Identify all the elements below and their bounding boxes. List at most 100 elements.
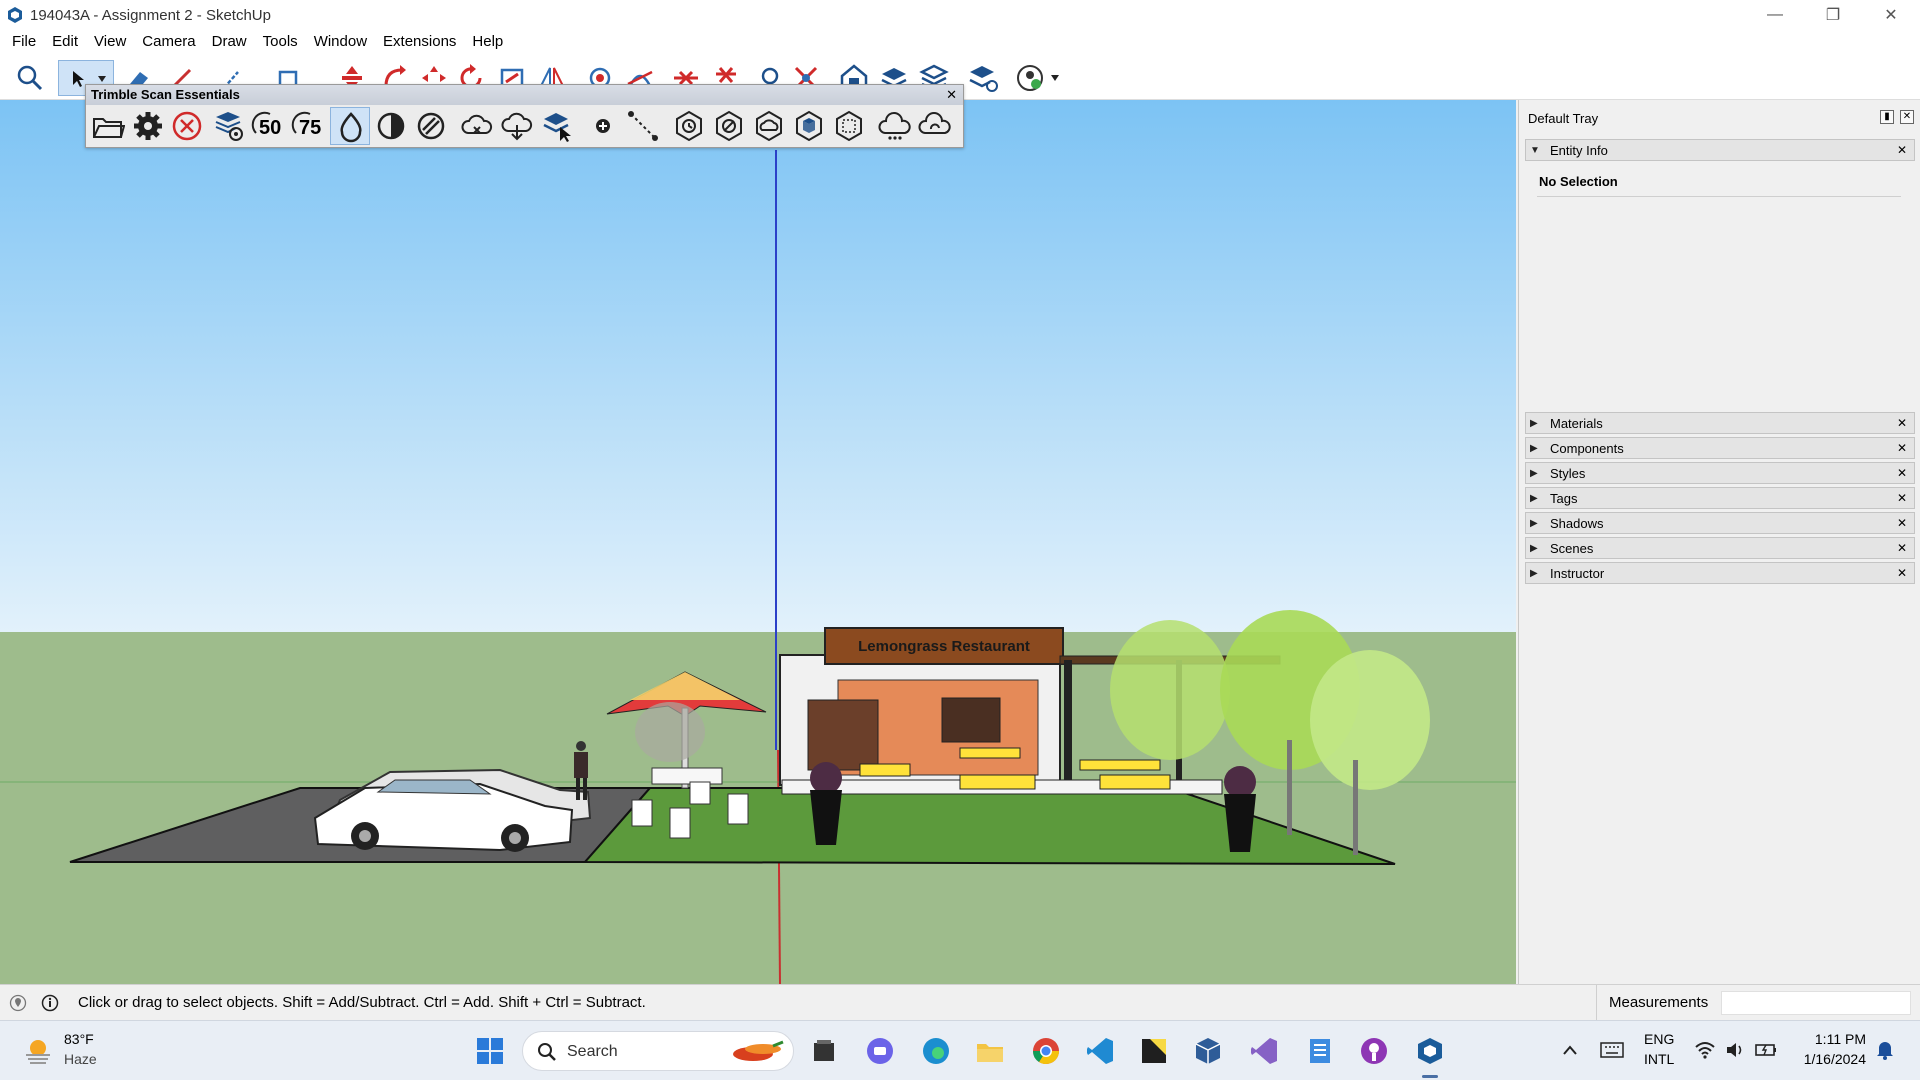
menu-extensions[interactable]: Extensions	[375, 30, 464, 54]
scan-toolbar-title[interactable]: Trimble Scan Essentials ✕	[86, 85, 963, 105]
panel-shadows[interactable]: ▶ Shadows ✕	[1525, 512, 1915, 534]
menu-edit[interactable]: Edit	[44, 30, 86, 54]
pin-icon[interactable]: ▮	[1880, 110, 1894, 124]
close-icon[interactable]: ✕	[1895, 491, 1909, 505]
close-button[interactable]: ✕	[1862, 0, 1920, 30]
hex-slash-icon[interactable]	[712, 109, 746, 143]
panel-tags[interactable]: ▶ Tags ✕	[1525, 487, 1915, 509]
minimize-button[interactable]: —	[1746, 0, 1804, 30]
settings-gear-icon[interactable]	[131, 109, 165, 143]
cloud-dots-icon[interactable]	[878, 109, 912, 143]
menu-camera[interactable]: Camera	[134, 30, 203, 54]
search-icon[interactable]	[14, 62, 46, 94]
taskbar-search[interactable]: Search	[522, 1031, 794, 1071]
drop-tool-button[interactable]	[330, 107, 370, 145]
chevron-up-icon[interactable]	[1562, 1043, 1578, 1057]
menu-file[interactable]: File	[4, 30, 44, 54]
clock-date[interactable]: 1/16/2024	[1796, 1051, 1866, 1067]
vscode-icon[interactable]	[1084, 1035, 1116, 1067]
hex-clock-icon[interactable]	[672, 109, 706, 143]
chevron-down-icon[interactable]	[1050, 74, 1060, 82]
panel-styles[interactable]: ▶ Styles ✕	[1525, 462, 1915, 484]
hex-box-icon[interactable]	[832, 109, 866, 143]
volume-icon[interactable]	[1724, 1039, 1746, 1061]
sketchup-icon[interactable]	[1414, 1035, 1446, 1067]
geo-location-icon[interactable]	[9, 994, 27, 1012]
weather-haze-icon[interactable]	[22, 1035, 54, 1067]
keyboard-icon[interactable]	[1600, 1039, 1624, 1061]
weather-temp[interactable]: 83°F	[64, 1031, 94, 1047]
contrast-icon[interactable]	[374, 109, 408, 143]
cloud-down-icon[interactable]	[500, 109, 534, 143]
caret-down-icon: ▼	[1530, 144, 1540, 156]
search-highlight-icon	[733, 1040, 784, 1061]
menu-view[interactable]: View	[86, 30, 134, 54]
dotted-line-icon[interactable]	[626, 109, 660, 143]
divider	[1537, 196, 1901, 197]
close-icon[interactable]: ✕	[946, 85, 957, 105]
stripes-icon[interactable]	[414, 109, 448, 143]
weather-desc[interactable]: Haze	[64, 1051, 97, 1067]
drawing-viewport[interactable]: Lemongrass Restaurant	[0, 100, 1516, 984]
file-explorer-bw-icon[interactable]	[808, 1035, 840, 1067]
tray-title: Default Tray	[1528, 110, 1599, 126]
close-icon[interactable]: ✕	[1895, 566, 1909, 580]
close-icon[interactable]: ✕	[1895, 516, 1909, 530]
chrome-icon[interactable]	[1030, 1035, 1062, 1067]
notification-bell-icon[interactable]	[1874, 1039, 1896, 1061]
panel-label: Scenes	[1550, 540, 1594, 556]
battery-icon[interactable]	[1754, 1039, 1778, 1061]
default-tray: Default Tray ▮ ✕ ▼ Entity Info ✕ No Sele…	[1518, 100, 1920, 984]
scan-50-label: 50	[259, 117, 282, 139]
panel-components[interactable]: ▶ Components ✕	[1525, 437, 1915, 459]
chat-icon[interactable]	[864, 1035, 896, 1067]
keyboard-layout[interactable]: INTL	[1644, 1051, 1674, 1067]
folder-icon[interactable]	[974, 1035, 1006, 1067]
close-icon[interactable]: ✕	[1895, 441, 1909, 455]
panel-materials[interactable]: ▶ Materials ✕	[1525, 412, 1915, 434]
layers-settings-icon[interactable]	[966, 62, 998, 94]
panel-label: Styles	[1550, 465, 1586, 481]
start-icon[interactable]	[474, 1035, 506, 1067]
sticky-notes-icon[interactable]	[1138, 1035, 1170, 1067]
close-icon[interactable]: ✕	[1895, 416, 1909, 430]
menu-draw[interactable]: Draw	[204, 30, 255, 54]
panel-label: Shadows	[1550, 515, 1604, 531]
drop-icon	[340, 112, 362, 143]
menu-window[interactable]: Window	[306, 30, 375, 54]
stack-cursor-icon[interactable]	[540, 109, 574, 143]
panel-entity-info[interactable]: ▼ Entity Info ✕	[1525, 139, 1915, 161]
open-folder-icon[interactable]	[91, 109, 125, 143]
info-icon[interactable]	[41, 994, 59, 1012]
scan-50-icon[interactable]: 50	[250, 109, 284, 143]
measurements-input[interactable]	[1721, 991, 1911, 1015]
close-icon[interactable]: ✕	[1900, 110, 1914, 124]
edge-icon[interactable]	[920, 1035, 952, 1067]
cloud-x-icon[interactable]	[460, 109, 494, 143]
wifi-icon[interactable]	[1694, 1039, 1716, 1061]
scan-75-icon[interactable]: 75	[290, 109, 324, 143]
panel-instructor[interactable]: ▶ Instructor ✕	[1525, 562, 1915, 584]
menu-tools[interactable]: Tools	[255, 30, 306, 54]
notepad-icon[interactable]	[1304, 1035, 1336, 1067]
restore-button[interactable]: ❐	[1804, 0, 1862, 30]
visual-studio-icon[interactable]	[1248, 1035, 1280, 1067]
close-icon[interactable]: ✕	[1895, 541, 1909, 555]
panel-label: Instructor	[1550, 565, 1605, 581]
language-code[interactable]: ENG	[1644, 1031, 1674, 1047]
scan-essentials-toolbar[interactable]: Trimble Scan Essentials ✕ 50 75	[85, 84, 964, 148]
panel-scenes[interactable]: ▶ Scenes ✕	[1525, 537, 1915, 559]
podcast-icon[interactable]	[1358, 1035, 1390, 1067]
close-icon[interactable]: ✕	[1895, 466, 1909, 480]
point-icon[interactable]	[586, 109, 620, 143]
hex-cube-icon[interactable]	[792, 109, 826, 143]
close-icon[interactable]: ✕	[1895, 143, 1909, 157]
clock-time[interactable]: 1:11 PM	[1796, 1031, 1866, 1047]
cancel-circle-icon[interactable]	[170, 109, 204, 143]
virtualbox-icon[interactable]	[1192, 1035, 1224, 1067]
cloud-sync-icon[interactable]	[918, 109, 952, 143]
scan-view-icon[interactable]	[212, 109, 246, 143]
hex-cloud-icon[interactable]	[752, 109, 786, 143]
menu-help[interactable]: Help	[464, 30, 511, 54]
account-icon[interactable]	[1014, 62, 1046, 94]
